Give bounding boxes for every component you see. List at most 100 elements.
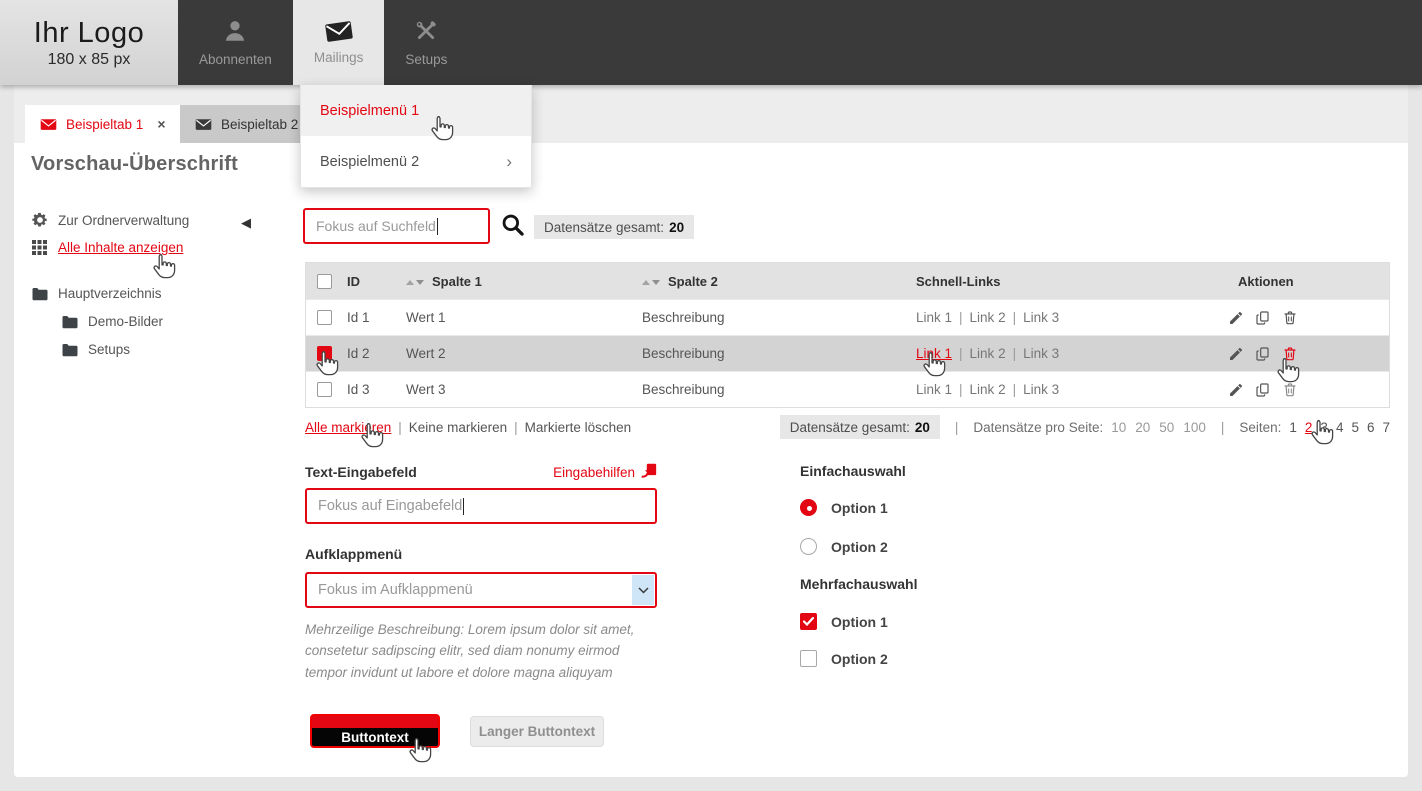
cell-id: Id 3 bbox=[342, 382, 406, 397]
cell-spalte-2: Beschreibung bbox=[642, 310, 906, 325]
quick-link-3[interactable]: Link 3 bbox=[1023, 310, 1059, 325]
checkbox-option-1[interactable]: Option 1 bbox=[800, 613, 888, 630]
column-header-spalte-2[interactable]: Spalte 2 bbox=[642, 274, 906, 289]
page-2-current[interactable]: 2 bbox=[1305, 420, 1313, 435]
delete-icon-hover[interactable] bbox=[1282, 346, 1298, 362]
quick-link-1[interactable]: Link 1 bbox=[916, 382, 952, 397]
person-icon bbox=[222, 18, 248, 44]
per-page-20[interactable]: 20 bbox=[1135, 420, 1150, 435]
sidebar-folder-demo-bilder[interactable]: Demo-Bilder bbox=[31, 314, 163, 329]
row-checkbox-checked[interactable] bbox=[317, 346, 332, 361]
cell-schnell-links: Link 1|Link 2|Link 3 bbox=[906, 346, 1216, 361]
page-4[interactable]: 4 bbox=[1336, 420, 1344, 435]
sidebar-item-alle-inhalte[interactable]: Alle Inhalte anzeigen bbox=[31, 240, 183, 255]
checkbox-checked-icon[interactable] bbox=[800, 613, 817, 630]
radio-checked-icon[interactable] bbox=[800, 499, 817, 516]
secondary-button[interactable]: Langer Buttontext bbox=[470, 716, 604, 747]
eingabehilfen-link[interactable]: Eingabehilfen bbox=[553, 462, 657, 482]
delete-icon[interactable] bbox=[1282, 310, 1298, 326]
copy-icon[interactable] bbox=[1255, 310, 1271, 326]
data-table: ID Spalte 1 Spalte 2 Schnell-Links Aktio… bbox=[305, 262, 1390, 408]
tab-beispieltab-2[interactable]: Beispieltab 2 bbox=[180, 105, 313, 143]
copy-icon[interactable] bbox=[1255, 382, 1271, 398]
sort-icon[interactable] bbox=[642, 280, 660, 285]
table-row-selected: Id 2 Wert 2 Beschreibung Link 1|Link 2|L… bbox=[306, 335, 1389, 371]
dropdown-item-label: Beispielmenü 1 bbox=[320, 103, 419, 119]
submenu-chevron-icon: › bbox=[506, 153, 512, 170]
cell-id: Id 2 bbox=[342, 346, 406, 361]
page-3[interactable]: 3 bbox=[1320, 420, 1328, 435]
close-icon[interactable]: × bbox=[157, 116, 165, 132]
records-total-value: 20 bbox=[669, 220, 684, 235]
search-icon[interactable] bbox=[501, 213, 525, 242]
folder-label: Setups bbox=[88, 342, 130, 357]
folder-label: Demo-Bilder bbox=[88, 314, 163, 329]
edit-icon[interactable] bbox=[1228, 382, 1244, 398]
copy-icon[interactable] bbox=[1255, 346, 1271, 362]
dropdown-item-beispielmenu-2[interactable]: Beispielmenü 2 › bbox=[301, 136, 531, 187]
cell-aktionen bbox=[1216, 382, 1389, 398]
cell-aktionen bbox=[1216, 310, 1389, 326]
insert-helper-icon bbox=[640, 462, 657, 482]
collapse-icon[interactable]: ◀ bbox=[241, 215, 251, 231]
quick-link-2[interactable]: Link 2 bbox=[970, 346, 1006, 361]
edit-icon[interactable] bbox=[1228, 310, 1244, 326]
row-checkbox[interactable] bbox=[317, 310, 332, 325]
column-header-spalte-1[interactable]: Spalte 1 bbox=[406, 274, 642, 289]
select-all-link[interactable]: Alle markieren bbox=[305, 420, 391, 435]
top-navigation-bar: Ihr Logo 180 x 85 px Abonnenten Mailings bbox=[0, 0, 1422, 85]
select-all-checkbox[interactable] bbox=[317, 274, 332, 289]
checkbox-unchecked-icon[interactable] bbox=[800, 650, 817, 667]
per-page-options: 10 20 50 100 bbox=[1111, 420, 1206, 435]
chevron-down-icon[interactable] bbox=[632, 575, 654, 605]
page-1[interactable]: 1 bbox=[1289, 420, 1297, 435]
page-7[interactable]: 7 bbox=[1382, 420, 1390, 435]
sidebar-item-ordnerverwaltung[interactable]: Zur Ordnerverwaltung bbox=[31, 212, 189, 228]
nav-item-mailings[interactable]: Mailings bbox=[293, 0, 385, 85]
quick-link-3[interactable]: Link 3 bbox=[1023, 382, 1059, 397]
sidebar-folder-hauptverzeichnis[interactable]: Hauptverzeichnis bbox=[31, 286, 162, 301]
edit-icon[interactable] bbox=[1228, 346, 1244, 362]
tab-beispieltab-1[interactable]: Beispieltab 1 × bbox=[25, 105, 181, 143]
dropdown-select[interactable]: Fokus im Aufklappmenü bbox=[305, 572, 657, 608]
column-header-id: ID bbox=[342, 274, 406, 289]
quick-link-1[interactable]: Link 1 bbox=[916, 310, 952, 325]
page-6[interactable]: 6 bbox=[1367, 420, 1375, 435]
per-page-100[interactable]: 100 bbox=[1183, 420, 1206, 435]
envelope-icon bbox=[325, 21, 353, 42]
text-input-field[interactable]: Fokus auf Eingabefeld bbox=[305, 488, 657, 524]
quick-link-2[interactable]: Link 2 bbox=[970, 310, 1006, 325]
content-window: Beispieltab 1 × Beispieltab 2 Vorschau-Ü… bbox=[14, 85, 1408, 777]
per-page-50[interactable]: 50 bbox=[1159, 420, 1174, 435]
quick-link-2[interactable]: Link 2 bbox=[970, 382, 1006, 397]
search-input[interactable]: Fokus auf Suchfeld bbox=[303, 208, 490, 244]
nav-item-abonnenten[interactable]: Abonnenten bbox=[178, 0, 293, 85]
per-page-10[interactable]: 10 bbox=[1111, 420, 1126, 435]
records-total-badge: Datensätze gesamt: 20 bbox=[534, 215, 694, 239]
page-5[interactable]: 5 bbox=[1351, 420, 1359, 435]
quick-link-1-hover[interactable]: Link 1 bbox=[916, 346, 952, 361]
delete-icon[interactable] bbox=[1282, 382, 1298, 398]
radio-option-1[interactable]: Option 1 bbox=[800, 499, 888, 516]
folder-icon bbox=[61, 343, 78, 357]
cell-spalte-1: Wert 3 bbox=[406, 382, 642, 397]
sidebar-folder-setups[interactable]: Setups bbox=[31, 342, 130, 357]
page-title: Vorschau-Überschrift bbox=[31, 153, 238, 176]
dropdown-item-beispielmenu-1[interactable]: Beispielmenü 1 bbox=[301, 85, 531, 136]
primary-button[interactable]: Buttontext bbox=[310, 714, 440, 748]
multiline-description: Mehrzeilige Beschreibung: Lorem ipsum do… bbox=[305, 619, 661, 683]
cell-id: Id 1 bbox=[342, 310, 406, 325]
text-input-value: Fokus auf Eingabefeld bbox=[318, 498, 462, 514]
sort-icon[interactable] bbox=[406, 280, 424, 285]
select-none-link[interactable]: Keine markieren bbox=[409, 420, 507, 435]
nav-item-label: Setups bbox=[405, 52, 447, 67]
radio-unchecked-icon[interactable] bbox=[800, 538, 817, 555]
row-checkbox[interactable] bbox=[317, 382, 332, 397]
pagination: Datensätze gesamt: 20 | Datensätze pro S… bbox=[780, 415, 1390, 439]
nav-item-setups[interactable]: Setups bbox=[384, 0, 468, 85]
quick-link-3[interactable]: Link 3 bbox=[1023, 346, 1059, 361]
checkbox-option-2[interactable]: Option 2 bbox=[800, 650, 888, 667]
text-caret bbox=[463, 498, 464, 515]
delete-selected-link[interactable]: Markierte löschen bbox=[525, 420, 632, 435]
radio-option-2[interactable]: Option 2 bbox=[800, 538, 888, 555]
